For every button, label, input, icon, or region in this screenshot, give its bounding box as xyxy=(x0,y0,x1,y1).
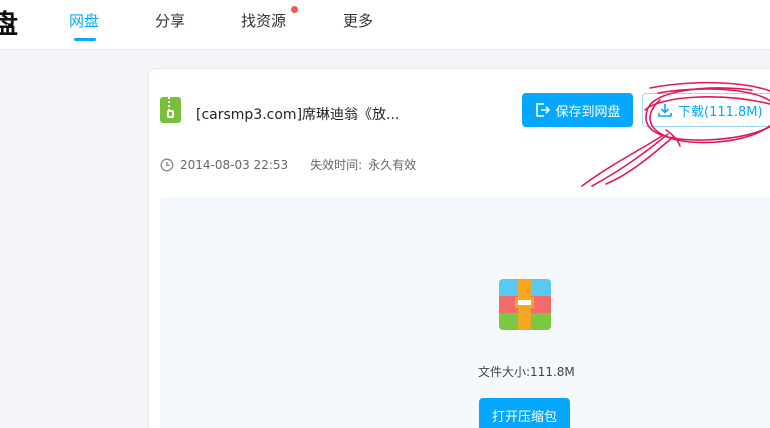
save-to-netdisk-button[interactable]: 保存到网盘 xyxy=(522,93,633,127)
file-preview-area xyxy=(160,197,770,428)
top-nav-bar: 盘 网盘 分享 找资源 更多 xyxy=(0,0,770,50)
zip-file-icon xyxy=(160,97,181,123)
clock-icon xyxy=(160,158,174,171)
save-icon xyxy=(536,103,551,117)
file-size-label: 文件大小:111.8M xyxy=(478,365,575,379)
file-meta: 2014-08-03 22:53 失效时间: 永久有效 xyxy=(160,156,416,173)
nav-tab-netdisk[interactable]: 网盘 xyxy=(69,10,99,31)
logo-text: 盘 xyxy=(0,10,19,40)
expiry-value: 永久有效 xyxy=(368,158,417,172)
save-button-label: 保存到网盘 xyxy=(555,104,621,120)
nav-badge-dot xyxy=(291,6,298,13)
open-archive-button[interactable]: 打开压缩包 xyxy=(479,398,570,428)
nav-tab-find-resources[interactable]: 找资源 xyxy=(241,10,286,31)
archive-icon xyxy=(499,279,551,330)
share-date: 2014-08-03 22:53 xyxy=(180,157,289,172)
file-title: [carsmp3.com]席琳迪翁《放... xyxy=(196,107,400,123)
expiry-label: 失效时间: xyxy=(310,158,363,172)
nav-tab-more[interactable]: 更多 xyxy=(343,10,373,31)
download-icon xyxy=(658,104,672,117)
nav-tab-share[interactable]: 分享 xyxy=(155,10,185,31)
download-button[interactable]: 下载(111.8M) xyxy=(642,93,770,127)
download-button-label: 下载(111.8M) xyxy=(678,104,763,120)
nav-active-indicator xyxy=(74,38,96,41)
